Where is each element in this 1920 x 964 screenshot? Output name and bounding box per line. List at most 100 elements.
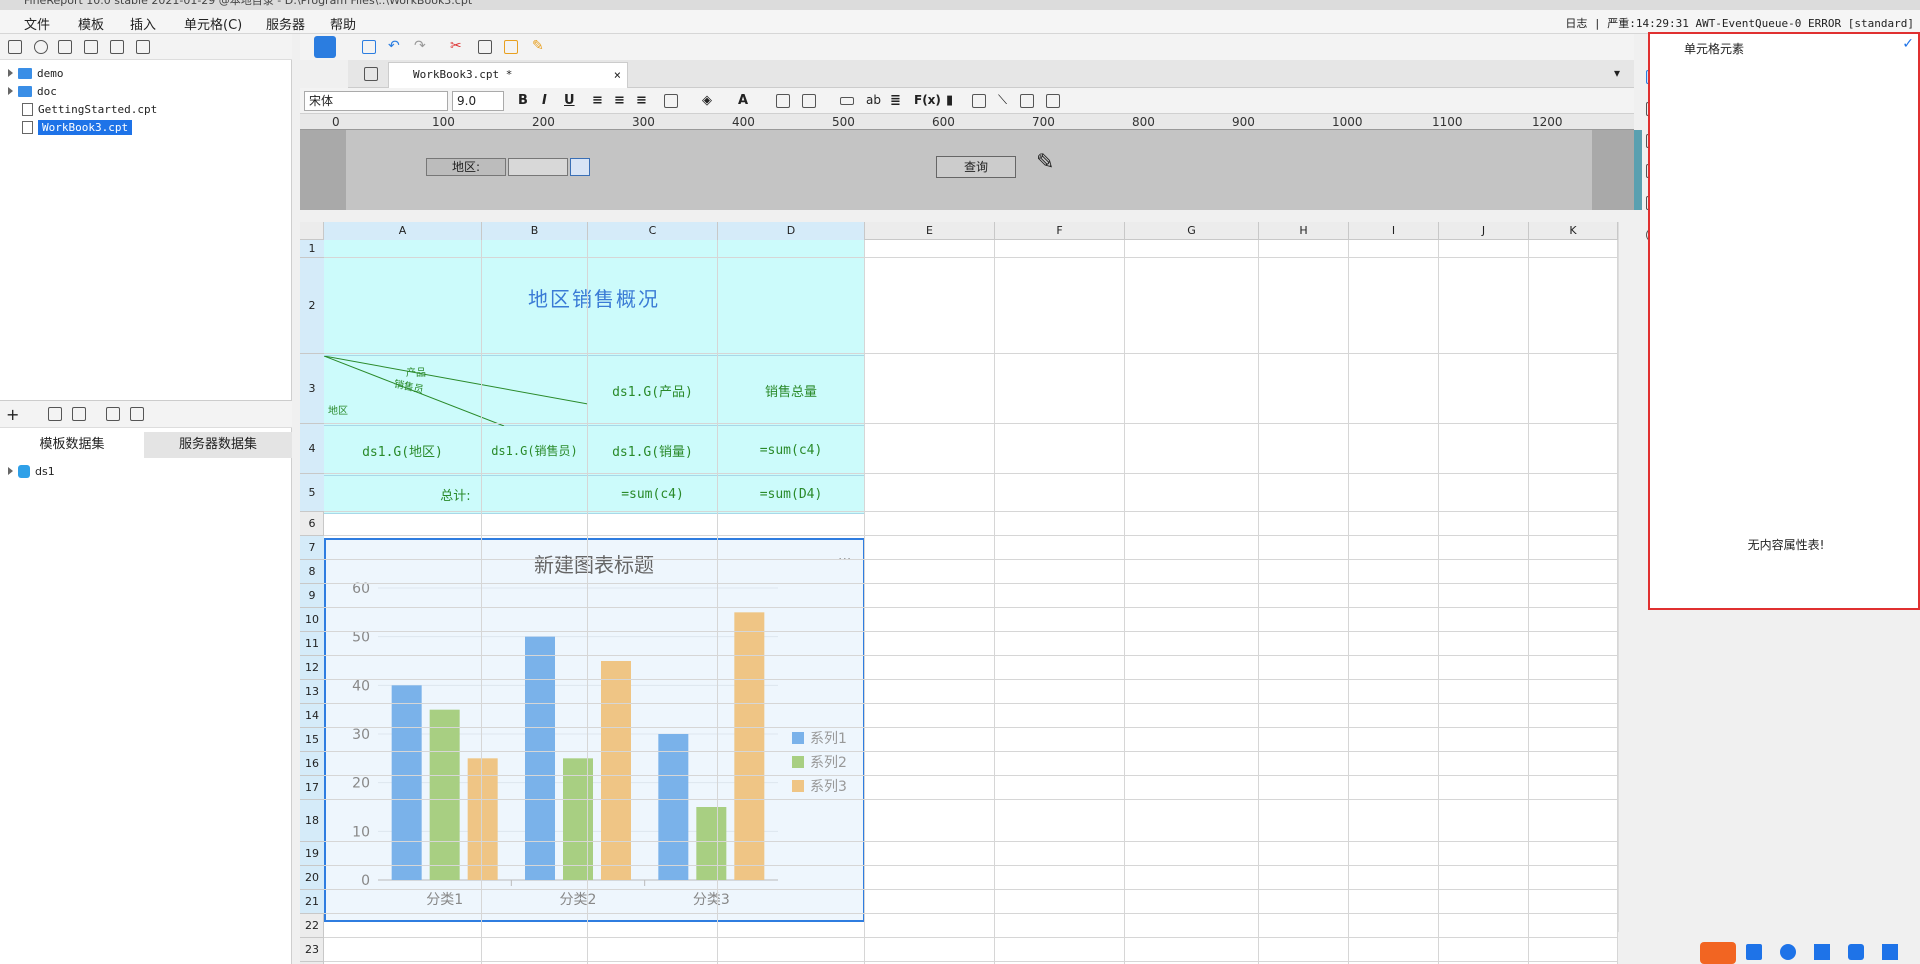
- open-icon[interactable]: [58, 40, 72, 54]
- column-header-cell[interactable]: K: [1529, 222, 1618, 240]
- copy-icon[interactable]: [136, 40, 150, 54]
- image-icon[interactable]: [972, 94, 986, 108]
- row-header-cell[interactable]: 6: [300, 512, 324, 536]
- column-header-cell[interactable]: D: [718, 222, 865, 240]
- grid-icon[interactable]: [802, 94, 816, 108]
- cell-d4[interactable]: =sum(c4): [718, 426, 865, 476]
- param-dropdown-button[interactable]: [570, 158, 590, 176]
- expand-icon[interactable]: [8, 87, 13, 95]
- vertical-scrollbar[interactable]: [1618, 222, 1634, 932]
- undo-icon[interactable]: ↶: [388, 38, 400, 54]
- redo-icon[interactable]: ↷: [414, 38, 426, 54]
- cell-template-icon[interactable]: [364, 67, 378, 81]
- cut-icon[interactable]: ✂: [450, 38, 462, 54]
- row-header-cell[interactable]: 4: [300, 424, 324, 474]
- row-header-cell[interactable]: 11: [300, 632, 324, 656]
- design-mode-icon[interactable]: [314, 36, 336, 58]
- edit-pencil-icon[interactable]: ✎: [1036, 150, 1054, 175]
- select-all-corner[interactable]: [300, 222, 324, 240]
- ime-lang-icon[interactable]: [1746, 944, 1762, 960]
- row-header-cell[interactable]: 8: [300, 560, 324, 584]
- tab-server-dataset[interactable]: 服务器数据集: [144, 432, 292, 458]
- chart-icon[interactable]: ▮: [946, 93, 953, 108]
- paste-icon[interactable]: [504, 40, 518, 54]
- textfield-icon[interactable]: [840, 97, 854, 105]
- bold-icon[interactable]: B: [518, 93, 528, 108]
- row-header-cell[interactable]: 22: [300, 914, 324, 938]
- subreport-icon[interactable]: [1020, 94, 1034, 108]
- cell-c3[interactable]: ds1.G(产品): [588, 356, 718, 426]
- font-color-icon[interactable]: A: [738, 93, 748, 108]
- check-icon[interactable]: ✓: [1902, 36, 1914, 52]
- settings-icon[interactable]: [84, 40, 98, 54]
- tree-item-gettingstarted[interactable]: GettingStarted.cpt: [22, 100, 157, 118]
- cell-b4[interactable]: ds1.G(销售员): [482, 426, 588, 476]
- delete-icon[interactable]: [110, 40, 124, 54]
- tree-item-demo[interactable]: demo: [8, 64, 64, 82]
- float-element-icon[interactable]: [1046, 94, 1060, 108]
- fill-color-icon[interactable]: ◈: [702, 93, 712, 108]
- ime-menu-icon[interactable]: [1882, 944, 1898, 960]
- param-region-input[interactable]: [508, 158, 568, 176]
- italic-icon[interactable]: I: [542, 93, 547, 108]
- menu-file[interactable]: 文件: [24, 14, 50, 33]
- text-icon[interactable]: ab: [866, 93, 881, 107]
- delete-dataset-icon[interactable]: [72, 407, 86, 421]
- ime-skin-icon[interactable]: [1848, 944, 1864, 960]
- column-header-cell[interactable]: I: [1349, 222, 1439, 240]
- tree-item-workbook3[interactable]: WorkBook3.cpt: [22, 118, 133, 136]
- row-header-cell[interactable]: 7: [300, 536, 324, 560]
- add-dataset-icon[interactable]: +: [6, 405, 19, 424]
- cell-d5[interactable]: =sum(D4): [718, 476, 865, 514]
- format-brush-icon[interactable]: ✎: [532, 38, 544, 54]
- dataset-ds1[interactable]: ds1: [8, 462, 55, 480]
- column-header-cell[interactable]: A: [324, 222, 482, 240]
- font-size-select[interactable]: 9.0: [452, 91, 504, 111]
- menu-cell[interactable]: 单元格(C): [184, 14, 242, 33]
- column-header-cell[interactable]: F: [995, 222, 1125, 240]
- row-header-cell[interactable]: 21: [300, 890, 324, 914]
- tab-workbook3[interactable]: WorkBook3.cpt * ×: [388, 62, 628, 88]
- row-header-cell[interactable]: 13: [300, 680, 324, 704]
- dataset-settings-icon[interactable]: [130, 407, 144, 421]
- tree-item-doc[interactable]: doc: [8, 82, 57, 100]
- font-family-select[interactable]: 宋体: [304, 91, 448, 111]
- new-folder-icon[interactable]: [8, 40, 22, 54]
- column-header-cell[interactable]: G: [1125, 222, 1259, 240]
- row-header-cell[interactable]: 17: [300, 776, 324, 800]
- menu-server[interactable]: 服务器: [266, 14, 305, 33]
- row-header-cell[interactable]: 2: [300, 258, 324, 354]
- expand-icon[interactable]: [8, 69, 13, 77]
- column-header-cell[interactable]: H: [1259, 222, 1349, 240]
- row-header-cell[interactable]: 5: [300, 474, 324, 512]
- save-icon[interactable]: [362, 40, 376, 54]
- column-header-cell[interactable]: E: [865, 222, 995, 240]
- row-header-cell[interactable]: 1: [300, 240, 324, 258]
- row-header-cell[interactable]: 18: [300, 800, 324, 842]
- ime-mic-icon[interactable]: [1780, 944, 1796, 960]
- row-header-cell[interactable]: 15: [300, 728, 324, 752]
- row-header-cell[interactable]: 19: [300, 842, 324, 866]
- column-header-cell[interactable]: J: [1439, 222, 1529, 240]
- align-right-icon[interactable]: ≡: [636, 93, 647, 108]
- tab-list-icon[interactable]: ▾: [1614, 66, 1620, 80]
- row-header-cell[interactable]: 3: [300, 354, 324, 424]
- cell-a3-slash[interactable]: 产品 销售员 地区: [324, 356, 588, 426]
- underline-icon[interactable]: U: [564, 93, 575, 108]
- merge-icon[interactable]: [776, 94, 790, 108]
- menu-insert[interactable]: 插入: [130, 14, 156, 33]
- query-button[interactable]: 查询: [936, 156, 1016, 178]
- richtext-icon[interactable]: ≣: [890, 93, 901, 108]
- status-log[interactable]: 日志 | 严重:14:29:31 AWT-EventQueue-0 ERROR …: [1565, 15, 1914, 31]
- menu-help[interactable]: 帮助: [330, 14, 356, 33]
- cell-d3[interactable]: 销售总量: [718, 356, 865, 426]
- ime-keyboard-icon[interactable]: [1814, 944, 1830, 960]
- align-left-icon[interactable]: ≡: [592, 93, 603, 108]
- row-header-cell[interactable]: 9: [300, 584, 324, 608]
- column-header-cell[interactable]: C: [588, 222, 718, 240]
- preview-icon[interactable]: [106, 407, 120, 421]
- formula-icon[interactable]: F(x): [914, 93, 941, 107]
- border-icon[interactable]: [664, 94, 678, 108]
- cell-a4[interactable]: ds1.G(地区): [324, 426, 482, 476]
- ime-logo-icon[interactable]: [1700, 942, 1736, 964]
